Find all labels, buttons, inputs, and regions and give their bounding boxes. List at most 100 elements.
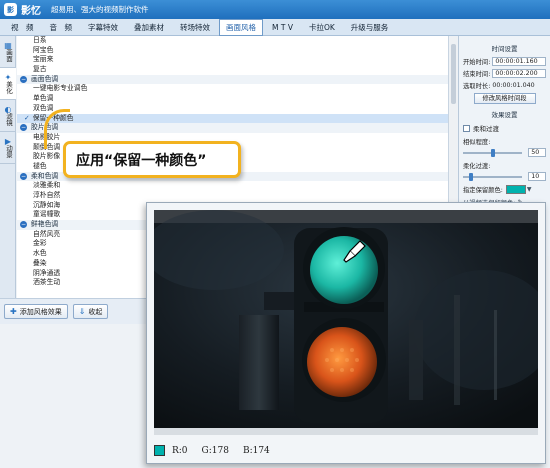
- style-item[interactable]: 复古: [17, 65, 448, 75]
- row-label: 自然风亮: [33, 229, 61, 238]
- row-label: 褪色: [33, 161, 47, 170]
- style-item[interactable]: 一键电影专业调色: [17, 84, 448, 94]
- menu-item-2[interactable]: 字幕特效: [81, 19, 125, 36]
- readout-g: G:178: [201, 445, 229, 456]
- readout-color-swatch: [154, 445, 165, 456]
- row-label: 阿宝色: [33, 45, 54, 54]
- collapse-toggle-icon[interactable]: −: [20, 172, 27, 180]
- add-style-label: 添加风格效果: [19, 307, 62, 316]
- menu-item-8[interactable]: 升级与服务: [344, 19, 396, 36]
- softness-slider-thumb[interactable]: [468, 172, 473, 181]
- row-label: 复古: [33, 65, 47, 74]
- scrollbar-thumb[interactable]: [451, 44, 456, 104]
- row-label: 双色调: [33, 103, 54, 112]
- collapse-toggle-icon[interactable]: −: [20, 221, 27, 229]
- menu-item-6[interactable]: M T V: [265, 20, 300, 35]
- similarity-input[interactable]: 50: [528, 148, 546, 157]
- collapse-button[interactable]: ⇓ 收起: [72, 304, 109, 319]
- app-logo: 影: [4, 3, 17, 16]
- row-label: 阴净通透: [33, 268, 61, 277]
- collapse-toggle-icon[interactable]: −: [20, 75, 27, 83]
- color-readout: R:0 G:178 B:174: [154, 445, 284, 456]
- rail-tab-0[interactable]: ▦ 画面: [0, 36, 16, 68]
- row-label: 叠染: [33, 258, 47, 267]
- row-label: 鲜艳色调: [31, 220, 59, 229]
- similarity-slider[interactable]: [463, 148, 523, 157]
- duration-value: 00:00:01.040: [492, 82, 535, 89]
- start-time-field: 开始时间: 00:00:01.160: [463, 57, 546, 66]
- rail-tab-label: 滤镜: [4, 112, 13, 126]
- row-label: 画面色调: [31, 74, 59, 83]
- collapse-toggle-icon[interactable]: −: [20, 124, 27, 132]
- row-label: 柔和色调: [31, 171, 59, 180]
- readout-r: R:0: [172, 445, 188, 456]
- similarity-label: 相似程度:: [463, 139, 491, 146]
- picture-icon: ▦: [4, 40, 12, 50]
- style-group[interactable]: − 画面色调: [17, 74, 448, 85]
- style-item[interactable]: 单色调: [17, 94, 448, 104]
- row-label: 日系: [33, 36, 47, 44]
- beautify-icon: ✦: [4, 72, 12, 82]
- row-label: 水色: [33, 249, 47, 258]
- style-group[interactable]: − 胶片色调: [17, 123, 448, 133]
- softness-input[interactable]: 10: [528, 172, 546, 181]
- add-style-button[interactable]: ✚ 添加风格效果: [4, 304, 68, 319]
- menu-item-4[interactable]: 转场特效: [173, 19, 217, 36]
- soft-transition-option[interactable]: 柔和过渡: [463, 123, 546, 133]
- row-label: 单色调: [33, 94, 54, 103]
- modify-time-button[interactable]: 修改风格时间段: [473, 93, 536, 104]
- filter-icon: ◐: [4, 104, 12, 114]
- style-item[interactable]: 双色调: [17, 104, 448, 114]
- row-label: 沉静如海: [33, 200, 61, 209]
- soft-transition-checkbox[interactable]: [463, 124, 470, 132]
- end-time-field: 结束时间: 00:00:02.200: [463, 69, 546, 78]
- menu-item-7[interactable]: 卡拉OK: [302, 19, 342, 36]
- style-item[interactable]: ✓ 保留一种颜色: [17, 113, 448, 124]
- row-label: 金彩: [33, 239, 47, 248]
- similarity-slider-thumb[interactable]: [491, 148, 495, 157]
- main-menu: 视 频音 频字幕特效 叠加素材 转场特效 画面风格 M T V 卡拉OK 升级与服务: [0, 18, 550, 36]
- keep-color-label: 指定保留颜色:: [463, 187, 503, 194]
- add-style-icon: ✚: [10, 307, 17, 316]
- row-label: 一键电影专业调色: [33, 84, 88, 93]
- end-time-label: 结束时间:: [463, 71, 491, 78]
- time-settings-title: 时间设置: [491, 45, 518, 53]
- start-time-label: 开始时间:: [463, 59, 491, 66]
- app-name: 影忆: [21, 6, 41, 17]
- rail-tab-label: 动景: [4, 144, 13, 158]
- keep-color-row: 指定保留颜色: ▼: [463, 185, 546, 194]
- style-item[interactable]: 宝丽来: [17, 55, 448, 65]
- menu-item-1[interactable]: 音 频: [43, 19, 80, 36]
- row-label: 淳朴自然: [33, 191, 61, 199]
- softness-slider-row: 10: [463, 172, 546, 181]
- rail-tab-2[interactable]: ◐ 滤镜: [0, 100, 16, 132]
- collapse-icon: ⇓: [78, 307, 86, 316]
- callout-text: 应用“保留一种颜色”: [76, 152, 207, 169]
- style-item[interactable]: 日系: [17, 36, 448, 46]
- category-rail: ▦ 画面 ✦ 美化 ◐ 滤镜 ▶ 动景: [0, 36, 16, 324]
- row-label: 童谣幢歌: [33, 210, 61, 219]
- title-bar: 影 影忆 超易用、强大的视频制作软件: [0, 0, 550, 19]
- start-time-input[interactable]: 00:00:01.160: [492, 57, 546, 66]
- softness-slider[interactable]: [463, 172, 523, 181]
- row-label: 洒茶生动: [33, 278, 61, 287]
- preview-window: R:0 G:178 B:174: [146, 202, 546, 464]
- menu-item-0[interactable]: 视 频: [4, 19, 41, 36]
- style-item[interactable]: 阿宝色: [17, 46, 448, 56]
- style-item[interactable]: 淡雅柔和: [17, 181, 448, 191]
- row-label: 淡雅柔和: [33, 181, 61, 190]
- similarity-slider-row: 50: [463, 148, 546, 157]
- collapse-label: 收起: [88, 307, 103, 316]
- rail-tab-1[interactable]: ✦ 美化: [0, 68, 16, 100]
- style-item[interactable]: 淳朴自然: [17, 191, 448, 201]
- softness-label: 柔化过渡:: [463, 163, 491, 170]
- duration-field: 选取时长: 00:00:01.040: [463, 81, 546, 90]
- row-label: 胶片影像: [33, 152, 61, 161]
- menu-item-5[interactable]: 画面风格: [219, 18, 263, 36]
- keep-color-swatch[interactable]: [505, 185, 526, 194]
- rail-tab-3[interactable]: ▶ 动景: [0, 132, 16, 164]
- menu-item-3[interactable]: 叠加素材: [127, 19, 171, 36]
- end-time-input[interactable]: 00:00:02.200: [492, 69, 546, 78]
- readout-b: B:174: [242, 445, 270, 456]
- chevron-down-icon[interactable]: ▼: [527, 186, 532, 193]
